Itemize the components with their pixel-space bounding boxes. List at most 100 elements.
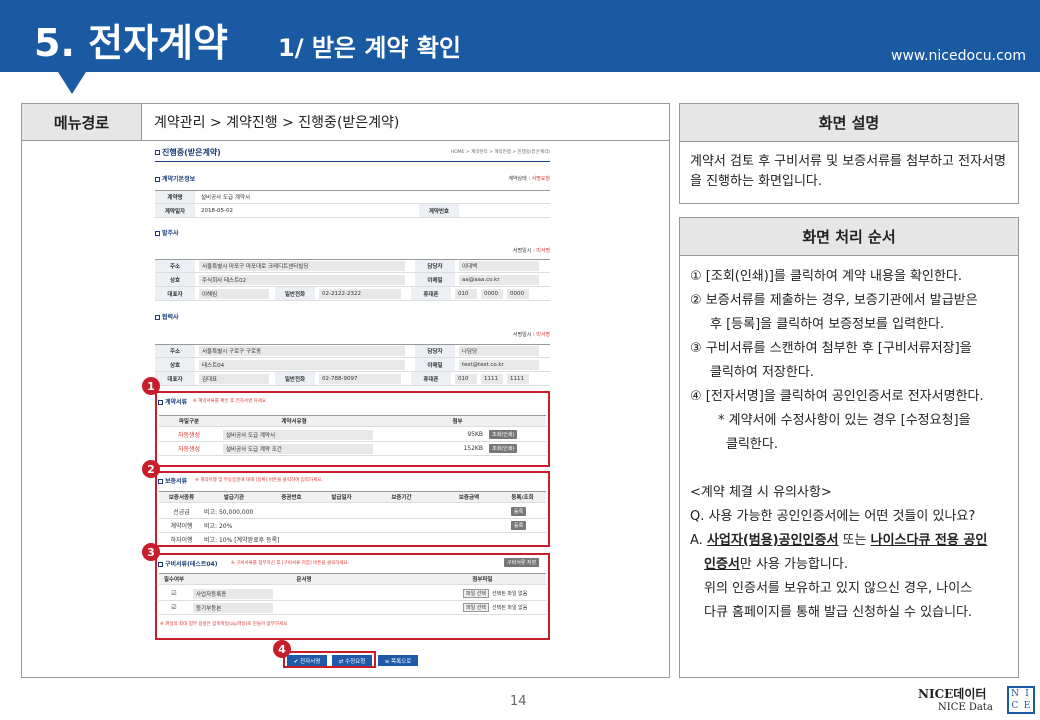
header-pointer [58, 72, 86, 94]
owner-mail-label: 이메일 [415, 273, 455, 286]
highlight-guarantees [155, 471, 550, 547]
contractor-mail-field: test@test.co.kr [459, 359, 539, 370]
owner-addr-field: 서울특별시 마포구 마포대로 크레디트센터빌딩 [199, 261, 405, 271]
contractor-mgr-field: 나담당 [459, 346, 539, 356]
answer-line-3: 다큐 홈페이지를 통해 발급 신청하실 수 있습니다. [704, 605, 973, 620]
step-4: ④ [전자서명]을 클릭하여 공인인증서로 전자서명한다. [690, 389, 984, 404]
owner-co-label: 상호 [155, 273, 195, 286]
owner-co-field: 주식회사 테스트02 [199, 274, 405, 285]
contractor-tel-field: 02-788-9097 [319, 373, 401, 384]
contractor-mob-2: 1111 [481, 373, 503, 384]
owner-tel-field: 02-2122-2322 [319, 288, 401, 299]
logo-letter: I [1025, 689, 1029, 699]
step-note-cont: 클릭한다. [726, 437, 778, 452]
contractor-co-field: 테스트04 [199, 359, 405, 370]
step-3-cont: 클릭하여 저장한다. [710, 365, 814, 380]
process-steps-title: 화면 처리 순서 [680, 218, 1018, 256]
owner-sign-value: 미서명 [536, 248, 550, 254]
contractor-ceo-label: 대표자 [155, 372, 195, 385]
step-badge-4: 4 [273, 640, 291, 658]
step-3: ③ 구비서류를 스캔하여 첨부한 후 [구비서류저장]을 [690, 341, 972, 356]
screen-description-text: 계약서 검토 후 구비서류 및 보증서류를 첨부하고 전자서명을 진행하는 화면… [690, 154, 1006, 189]
step-badge-1: 1 [142, 377, 160, 395]
contract-date-label: 계약일자 [155, 204, 195, 217]
contractor-addr-field: 서울특별시 구로구 구로동 [199, 346, 405, 356]
step-note: * 계약서에 수정사항이 있는 경우 [수정요청]을 [718, 413, 971, 428]
contract-date-value: 2018-05-02 [201, 207, 233, 214]
page-subtitle: 1/ 받은 계약 확인 [278, 34, 462, 62]
contractor-sign-value: 미서명 [536, 332, 550, 338]
page-title: 5. 전자계약 [34, 21, 228, 65]
answer-prefix: A. [690, 533, 707, 548]
answer-mid: 또는 [838, 533, 871, 548]
highlight-docs [155, 391, 550, 467]
contractor-addr-row: 주소 서울특별시 구로구 구로동 담당자 나담당 [155, 344, 550, 358]
contract-name-label: 계약명 [155, 191, 195, 203]
contract-name-value: 설비공사 도급 계약서 [201, 195, 251, 201]
header-banner: 5. 전자계약 1/ 받은 계약 확인 www.nicedocu.com [0, 0, 1040, 72]
owner-mgr-label: 담당자 [415, 260, 455, 272]
status-label: 계약상태 : [508, 176, 532, 182]
logo-letter: C [1011, 701, 1019, 711]
step-badge-2: 2 [142, 460, 160, 478]
cert-type-2-cont: 인증서 [704, 557, 740, 572]
site-url: www.nicedocu.com [891, 48, 1026, 64]
contractor-co-row: 상호 테스트04 이메일 test@test.co.kr [155, 358, 550, 372]
contractor-mob-label: 휴대폰 [411, 372, 451, 385]
logo-letter: N [1011, 689, 1019, 699]
owner-addr-row: 주소 서울특별시 마포구 마포대로 크레디트센터빌딩 담당자 이대백 [155, 259, 550, 273]
contractor-tel-label: 일반전화 [275, 372, 315, 385]
owner-sign-label: 서명일시 : [512, 248, 537, 254]
list-button[interactable]: ≡ 목록으로 [378, 655, 418, 666]
owner-tel-label: 일반전화 [275, 287, 315, 300]
contractor-mob-1: 010 [455, 373, 477, 384]
logo-english: NICE Data [938, 702, 993, 713]
owner-ceo-field: 이해림 [199, 288, 269, 299]
contractor-mgr-label: 담당자 [415, 345, 455, 357]
menu-path-label: 메뉴경로 [22, 104, 142, 140]
screen-description-title: 화면 설명 [680, 104, 1018, 142]
highlight-sign-buttons [283, 651, 376, 668]
owner-section-title: 발주사 [162, 230, 179, 237]
owner-mob-label: 휴대폰 [411, 287, 451, 300]
owner-mob-3: 0000 [507, 288, 529, 299]
owner-addr-label: 주소 [155, 260, 195, 272]
contract-name-row: 계약명 설비공사 도급 계약서 [155, 190, 550, 204]
caution-title: <계약 체결 시 유의사항> [690, 485, 832, 500]
owner-mob-1: 010 [455, 288, 477, 299]
status-value: 서명요청 [531, 176, 550, 182]
answer-line-2: 위의 인증서를 보유하고 있지 않으신 경우, 나이스 [704, 581, 973, 596]
owner-ceo-label: 대표자 [155, 287, 195, 300]
contractor-ceo-row: 대표자 김대표 일반전화 02-788-9097 휴대폰 010 1111 11… [155, 372, 550, 386]
logo-mark: N I C E [1007, 686, 1035, 714]
process-steps-panel: 화면 처리 순서 ① [조회(인쇄)]를 클릭하여 계약 내용을 확인한다. ②… [679, 217, 1019, 678]
answer-post: 만 사용 가능합니다. [739, 557, 848, 572]
mock-title: 진행중(받은계약) [162, 148, 221, 157]
owner-mob-2: 0000 [481, 288, 503, 299]
owner-co-row: 상호 주식회사 테스트02 이메일 aa@aaa.co.kr [155, 273, 550, 287]
menu-path-bar: 메뉴경로 계약관리 > 계약진행 > 진행중(받은계약) [21, 103, 670, 141]
faq-answer: A. 사업자(범용)공인인증서 또는 나이스다큐 전용 공인 [690, 529, 1012, 553]
step-2-cont: 후 [등록]을 클릭하여 보증정보를 입력한다. [710, 317, 945, 332]
contractor-mail-label: 이메일 [415, 358, 455, 371]
cert-type-2: 나이스다큐 전용 공인 [870, 533, 988, 548]
menu-path-text: 계약관리 > 계약진행 > 진행중(받은계약) [154, 115, 400, 131]
contractor-addr-label: 주소 [155, 345, 195, 357]
highlight-required-docs [155, 553, 550, 640]
logo-letter: E [1023, 701, 1031, 711]
step-1: ① [조회(인쇄)]를 클릭하여 계약 내용을 확인한다. [690, 269, 963, 284]
step-badge-3: 3 [142, 543, 160, 561]
contractor-ceo-field: 김대표 [199, 373, 269, 384]
contractor-sign-label: 서명일시 : [512, 332, 537, 338]
contract-date-row: 계약일자 2018-05-02 계약번호 [155, 204, 550, 218]
owner-mail-field: aa@aaa.co.kr [459, 274, 539, 285]
mock-breadcrumb[interactable]: HOME > 계약관리 > 계약진행 > 진행중(받은계약) [451, 149, 550, 155]
logo-korean: NICE데이터 [918, 687, 987, 701]
owner-mgr-field: 이대백 [459, 261, 539, 271]
faq-question: Q. 사용 가능한 공인인증서에는 어떤 것들이 있나요? [690, 509, 976, 524]
step-2: ② 보증서류를 제출하는 경우, 보증기관에서 발급받은 [690, 293, 978, 308]
basic-info-title: 계약기본정보 [162, 176, 196, 183]
process-steps-list: ① [조회(인쇄)]를 클릭하여 계약 내용을 확인한다. ② 보증서류를 제출… [680, 256, 1018, 625]
screen-description-panel: 화면 설명 계약서 검토 후 구비서류 및 보증서류를 첨부하고 전자서명을 진… [679, 103, 1019, 204]
company-logo: NICE데이터 NICE Data [918, 687, 993, 715]
